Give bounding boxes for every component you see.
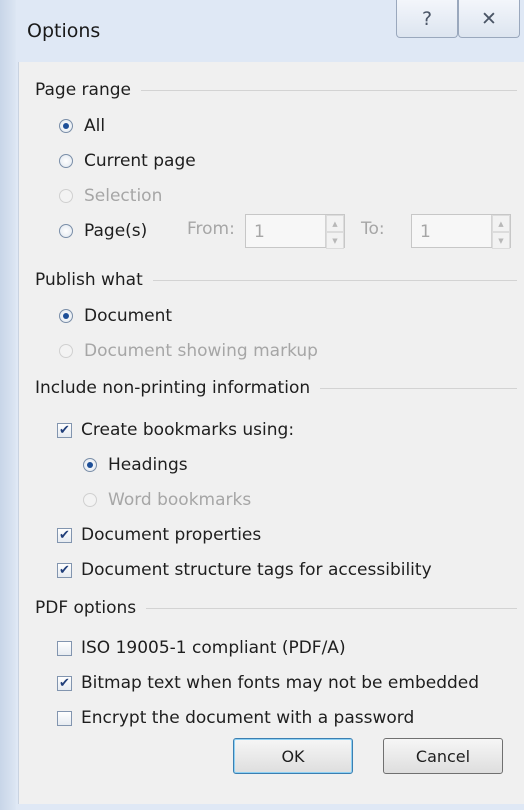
spin-up-icon[interactable]: ▲ [326,215,344,232]
checkbox-iso-label: ISO 19005-1 compliant (PDF/A) [81,638,346,658]
page-range-heading: Page range [35,78,517,102]
checkbox-bitmap-text-box[interactable]: ✔ [57,675,72,691]
checkbox-bitmap-text[interactable]: ✔ Bitmap text when fonts may not be embe… [57,671,479,695]
pdf-options-label: PDF options [35,598,137,618]
to-label: To: [361,219,385,239]
radio-document-markup-label: Document showing markup [84,341,318,361]
publish-what-heading: Publish what [35,268,517,292]
to-value: 1 [420,222,431,242]
radio-headings-indicator[interactable] [83,458,97,472]
divider [141,89,517,91]
radio-all-indicator[interactable] [59,119,73,133]
close-button[interactable]: ✕ [458,0,520,38]
checkbox-document-properties[interactable]: ✔ Document properties [57,523,261,547]
non-printing-label: Include non-printing information [35,378,311,398]
to-spin-arrows[interactable]: ▲ ▼ [491,215,510,249]
radio-pages-indicator[interactable] [59,224,73,238]
checkbox-iso[interactable]: ISO 19005-1 compliant (PDF/A) [57,636,346,660]
checkbox-document-properties-box[interactable]: ✔ [57,527,72,543]
page-range-label: Page range [35,80,131,100]
checkbox-create-bookmarks-box[interactable]: ✔ [57,422,72,438]
checkbox-bitmap-text-label: Bitmap text when fonts may not be embedd… [81,673,480,693]
checkbox-encrypt[interactable]: Encrypt the document with a password [57,706,414,730]
checkbox-encrypt-box[interactable] [57,710,72,726]
to-spinbox[interactable]: 1 ▲ ▼ [411,214,511,249]
radio-document-markup-indicator [59,344,73,358]
radio-word-bookmarks: Word bookmarks [83,488,251,512]
radio-all-label: All [84,116,106,136]
radio-pages-label: Page(s) [84,221,148,241]
radio-document-markup: Document showing markup [59,339,318,363]
window-border [0,0,16,810]
cancel-button[interactable]: Cancel [383,738,503,774]
checkbox-structure-tags[interactable]: ✔ Document structure tags for accessibil… [57,558,432,582]
from-label: From: [187,219,235,239]
divider [320,387,517,389]
radio-document[interactable]: Document [59,304,172,328]
non-printing-heading: Include non-printing information [35,376,517,400]
checkbox-create-bookmarks[interactable]: ✔ Create bookmarks using: [57,418,294,442]
publish-what-label: Publish what [35,270,143,290]
help-button[interactable]: ? [396,0,458,38]
close-icon: ✕ [481,7,497,30]
radio-selection-label: Selection [84,186,163,206]
radio-headings[interactable]: Headings [83,453,188,477]
ok-button[interactable]: OK [233,738,353,774]
divider [152,279,517,281]
radio-selection: Selection [59,184,162,208]
checkbox-create-bookmarks-label: Create bookmarks using: [81,420,295,440]
radio-current-page-label: Current page [84,151,196,171]
checkbox-structure-tags-label: Document structure tags for accessibilit… [81,560,432,580]
radio-word-bookmarks-indicator [83,493,97,507]
radio-all[interactable]: All [59,114,105,138]
from-value: 1 [254,222,265,242]
from-spinbox[interactable]: 1 ▲ ▼ [245,214,345,249]
radio-pages[interactable]: Page(s) [59,219,147,243]
checkbox-document-properties-label: Document properties [81,525,262,545]
spin-down-icon[interactable]: ▼ [492,232,510,249]
radio-selection-indicator [59,189,73,203]
divider [146,607,517,609]
from-spin-arrows[interactable]: ▲ ▼ [325,215,344,249]
dialog-title: Options [27,20,101,42]
checkbox-encrypt-label: Encrypt the document with a password [81,708,415,728]
radio-document-label: Document [84,306,173,326]
checkbox-structure-tags-box[interactable]: ✔ [57,562,72,578]
radio-word-bookmarks-label: Word bookmarks [108,490,252,510]
radio-current-page-indicator[interactable] [59,154,73,168]
spin-down-icon[interactable]: ▼ [326,232,344,249]
radio-document-indicator[interactable] [59,309,73,323]
options-panel: Page range All Current page Selection Pa… [18,62,524,804]
spin-up-icon[interactable]: ▲ [492,215,510,232]
checkbox-iso-box[interactable] [57,640,72,656]
help-icon: ? [421,7,433,30]
radio-current-page[interactable]: Current page [59,149,196,173]
title-bar: Options ? ✕ [0,0,524,62]
options-dialog: Options ? ✕ Page range All Current page … [0,0,524,810]
radio-headings-label: Headings [108,455,188,475]
pdf-options-heading: PDF options [35,596,517,620]
